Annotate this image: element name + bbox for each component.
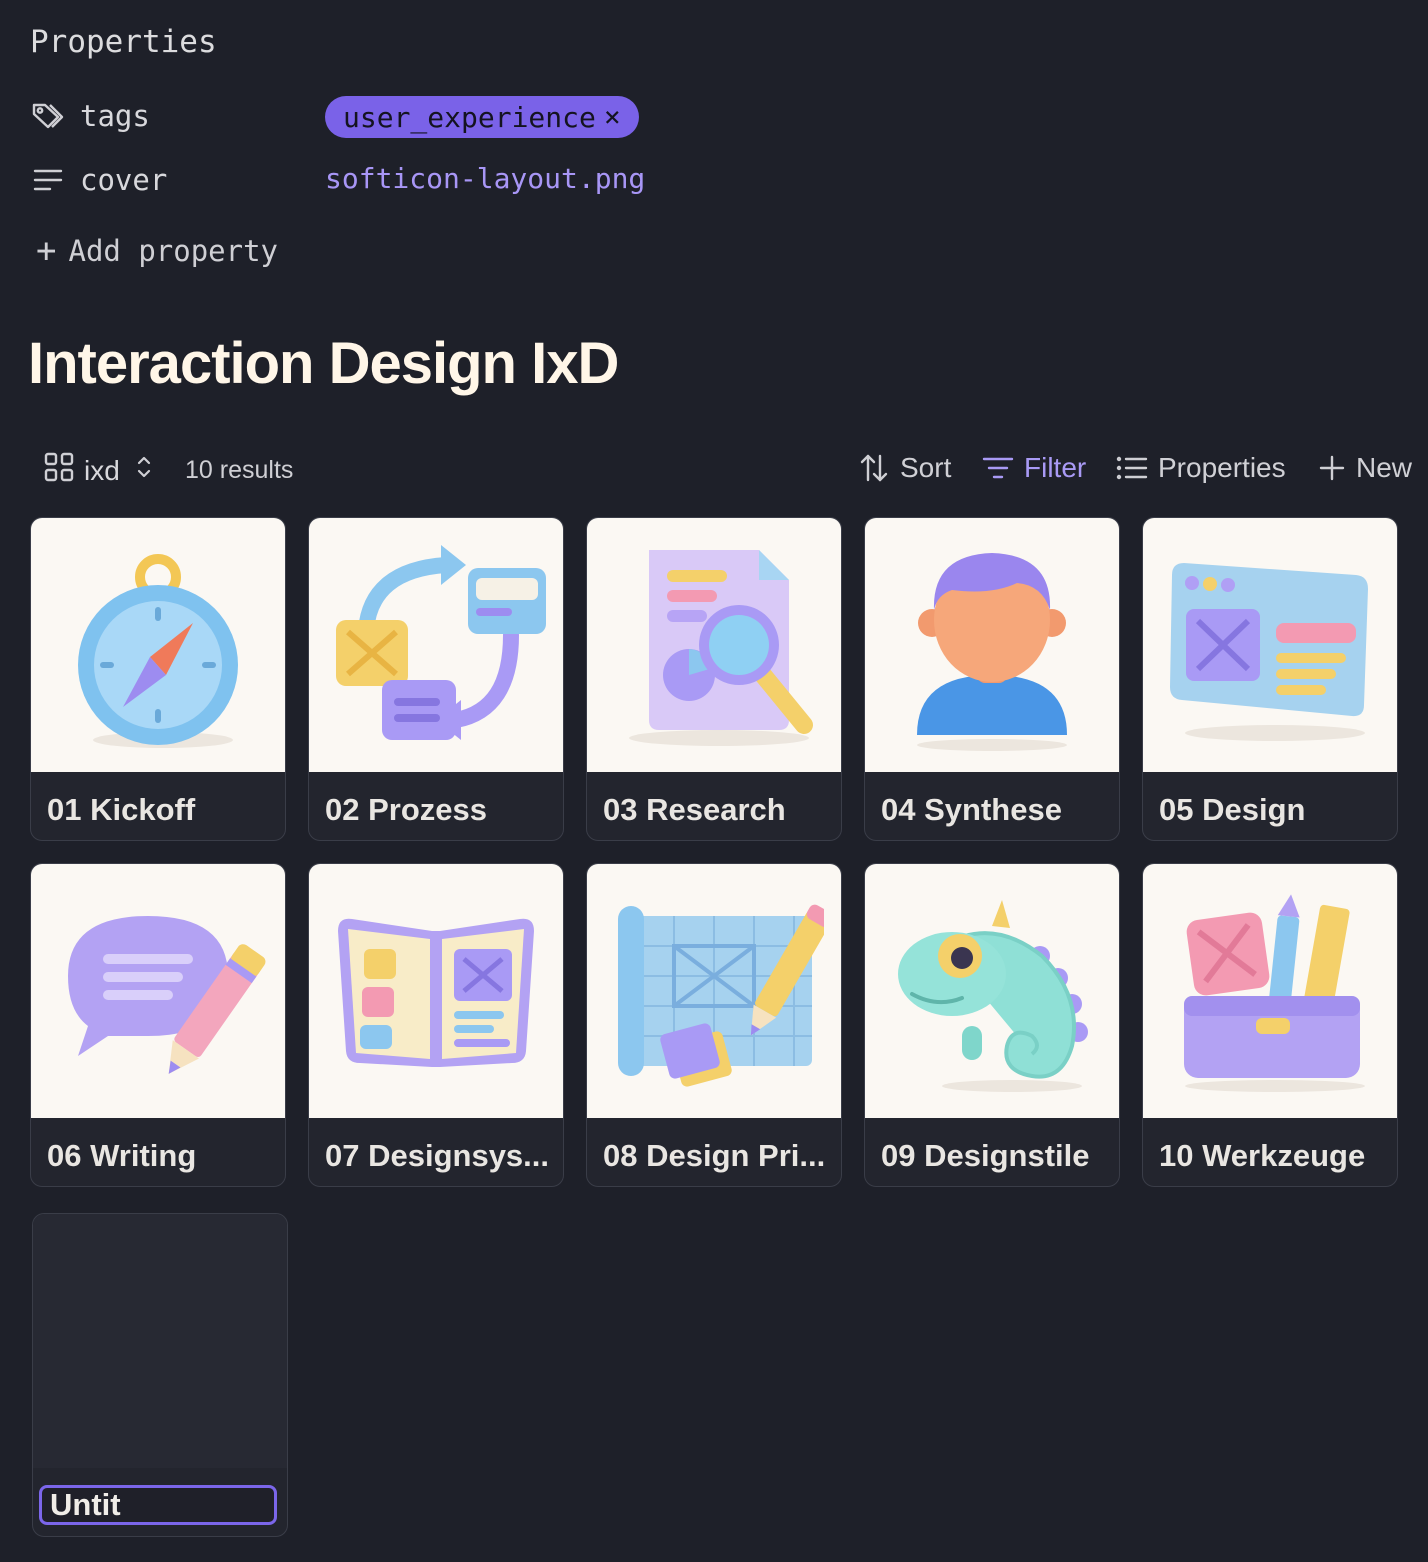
card-cover [309,864,563,1118]
card-name-input[interactable] [39,1485,277,1525]
card-title: 03 Research [603,792,786,827]
card-04-synthese[interactable]: 04 Synthese [864,517,1120,841]
grid-icon [44,452,74,489]
property-row-cover[interactable]: cover [30,160,167,200]
card-cover [31,518,285,772]
card-09-designstile[interactable]: 09 Designstile [864,863,1120,1187]
page-title: Interaction Design IxD [28,331,619,396]
card-cover [309,518,563,772]
card-cover [31,864,285,1118]
card-title: 10 Werkzeuge [1159,1138,1366,1173]
card-title: 04 Synthese [881,792,1062,827]
card-05-design[interactable]: 05 Design [1142,517,1398,841]
new-card[interactable] [32,1213,288,1537]
card-cover [1143,518,1397,772]
compass-icon [78,554,238,748]
add-property-label: Add property [68,234,278,268]
tag-chip[interactable]: user_experience × [325,96,639,138]
card-title: 08 Design Pri... [603,1138,826,1173]
list-icon [1116,456,1148,480]
card-01-kickoff[interactable]: 01 Kickoff [30,517,286,841]
view-name: ixd [84,454,120,486]
browser-layout-icon [1170,563,1368,741]
card-cover [587,518,841,772]
text-lines-icon [30,162,66,198]
add-property-button[interactable]: + Add property [36,234,278,268]
card-title: 07 Designsys... [325,1138,550,1173]
properties-heading: Properties [30,24,217,60]
card-title: 01 Kickoff [47,792,196,827]
card-cover [587,864,841,1118]
property-row-tags[interactable]: tags [30,96,150,136]
card-title: 09 Designstile [881,1138,1090,1173]
property-label-tags: tags [80,99,150,133]
sort-button[interactable]: Sort [858,452,951,484]
properties-button[interactable]: Properties [1116,452,1286,484]
filter-label: Filter [1024,452,1087,483]
document-search-icon [629,550,813,746]
card-cover-empty [33,1214,287,1468]
filter-button[interactable]: Filter [982,452,1086,484]
property-label-cover: cover [80,163,168,197]
remove-tag-button[interactable]: × [604,103,621,131]
open-book-icon [338,918,534,1067]
chat-pencil-icon [68,916,266,1074]
properties-label: Properties [1158,452,1286,483]
new-button[interactable]: New [1318,452,1412,484]
tag-icon [30,98,66,134]
chevron-up-down-icon [136,454,152,487]
sort-label: Sort [900,452,952,483]
card-title: 02 Prozess [325,792,487,827]
card-title: 06 Writing [47,1138,197,1173]
card-cover [865,518,1119,772]
sort-icon [860,454,888,482]
card-06-writing[interactable]: 06 Writing [30,863,286,1187]
card-03-research[interactable]: 03 Research [586,517,842,841]
chameleon-icon [898,900,1088,1092]
new-label: New [1356,452,1413,483]
card-07-designsystem[interactable]: 07 Designsys... [308,863,564,1187]
cover-value-link[interactable]: softicon-layout.png [325,162,645,195]
card-02-prozess[interactable]: 02 Prozess [308,517,564,841]
card-cover [1143,864,1397,1118]
blueprint-pencil-icon [618,904,824,1087]
card-cover [865,864,1119,1118]
process-cycle-icon [336,545,546,740]
plus-icon [1319,455,1345,481]
plus-icon: + [36,231,57,271]
view-switcher[interactable]: ixd [44,452,152,489]
results-count: 10 results [185,456,294,484]
card-08-design-principles[interactable]: 08 Design Pri... [586,863,842,1187]
person-icon [917,553,1067,751]
card-10-werkzeuge[interactable]: 10 Werkzeuge [1142,863,1398,1187]
card-title: 05 Design [1159,792,1306,827]
toolbox-icon [1184,894,1365,1092]
tag-chip-label: user_experience [343,100,596,134]
filter-icon [982,457,1014,479]
